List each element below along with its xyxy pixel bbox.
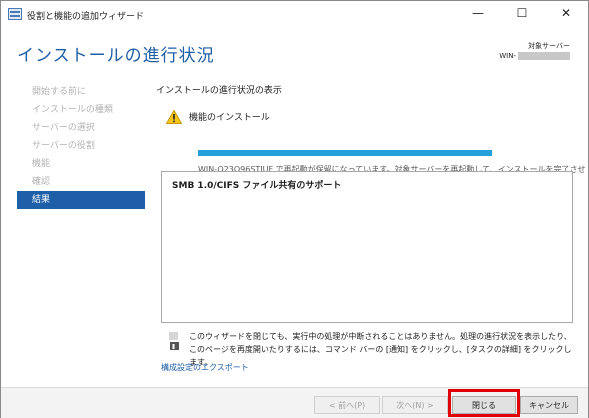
nav-item-features: 機能 [32,159,51,169]
status-title: 機能のインストール [189,113,270,123]
nav-item-results[interactable]: 結果 [17,191,145,209]
maximize-button[interactable]: ☐ [500,1,544,25]
target-server-name: WIN- [499,52,570,60]
nav-item-confirmation: 確認 [32,177,51,187]
nav-item-server-selection: サーバーの選択 [32,123,95,133]
close-window-button[interactable]: ✕ [544,1,588,25]
previous-button[interactable]: < 前へ(P) [314,396,380,414]
wizard-window: 役割と機能の追加ウィザード — ☐ ✕ インストールの進行状況 対象サーバー W… [0,0,589,418]
wizard-nav: 開始する前に インストールの種類 サーバーの選択 サーバーの役割 機能 確認 結… [17,83,145,209]
page-title: インストールの進行状況 [17,46,215,66]
next-button[interactable]: 次へ(N) > [382,396,448,414]
nav-item-server-roles: サーバーの役割 [32,141,95,151]
cancel-button[interactable]: キャンセル [520,396,578,414]
page-header: インストールの進行状況 対象サーバー WIN- [1,29,588,73]
server-name-text: WIN- [499,52,516,60]
highlight-box [448,389,520,417]
results-list[interactable]: SMB 1.0/CIFS ファイル共有のサポート [161,171,573,323]
minimize-button[interactable]: — [456,1,500,25]
warning-icon [165,109,183,124]
list-item: SMB 1.0/CIFS ファイル共有のサポート [172,181,342,191]
export-settings-link[interactable]: 構成設定のエクスポート [161,362,249,373]
redacted-server-name [518,52,570,60]
target-server-label: 対象サーバー [528,42,570,50]
nav-item-installation-type: インストールの種類 [32,105,113,115]
window-title: 役割と機能の追加ウィザード [27,12,145,22]
info-note: このウィザードを閉じても、実行中の処理が中断されることはありません。処理の進行状… [169,330,579,367]
main-content: インストールの進行状況の表示 機能のインストール WIN-O23Q96STJUF… [156,83,586,187]
title-bar: 役割と機能の追加ウィザード — ☐ ✕ [1,1,588,29]
progress-bar [198,150,492,156]
nav-item-before-you-begin: 開始する前に [32,87,87,97]
flag-icon [169,332,180,350]
section-label: インストールの進行状況の表示 [156,86,282,96]
server-manager-icon [8,8,22,20]
